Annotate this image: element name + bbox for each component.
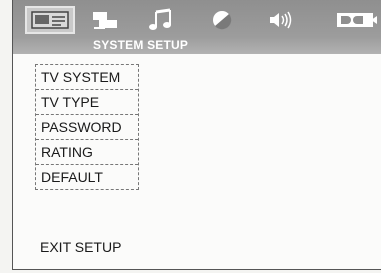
menu-item-password[interactable]: PASSWORD	[36, 115, 138, 140]
tab-language-setup[interactable]	[89, 8, 123, 32]
title-bar	[13, 36, 381, 54]
tab-dolby-digital[interactable]	[327, 8, 381, 32]
setup-menu: TV SYSTEM TV TYPE PASSWORD RATING DEFAUL…	[35, 64, 139, 190]
tab-speaker-setup[interactable]	[265, 8, 299, 32]
language-setup-icon	[93, 12, 117, 29]
tab-audio-setup[interactable]	[145, 8, 179, 32]
page-title: SYSTEM SETUP	[93, 38, 189, 52]
video-setup-icon	[213, 11, 232, 30]
menu-item-default[interactable]: DEFAULT	[36, 165, 138, 189]
audio-setup-icon	[149, 8, 171, 30]
menu-item-rating[interactable]: RATING	[36, 140, 138, 165]
setup-screen: SYSTEM SETUP TV SYSTEM TV TYPE PASSWORD …	[12, 0, 381, 270]
exit-setup-button[interactable]: EXIT SETUP	[40, 239, 121, 255]
speaker-setup-icon	[270, 11, 292, 29]
menu-item-tv-type[interactable]: TV TYPE	[36, 90, 138, 115]
tab-video-setup[interactable]	[205, 8, 239, 32]
dolby-digital-icon	[336, 13, 377, 27]
system-setup-icon	[31, 11, 69, 29]
menu-item-tv-system[interactable]: TV SYSTEM	[36, 65, 138, 90]
tab-system-setup[interactable]	[25, 6, 75, 34]
